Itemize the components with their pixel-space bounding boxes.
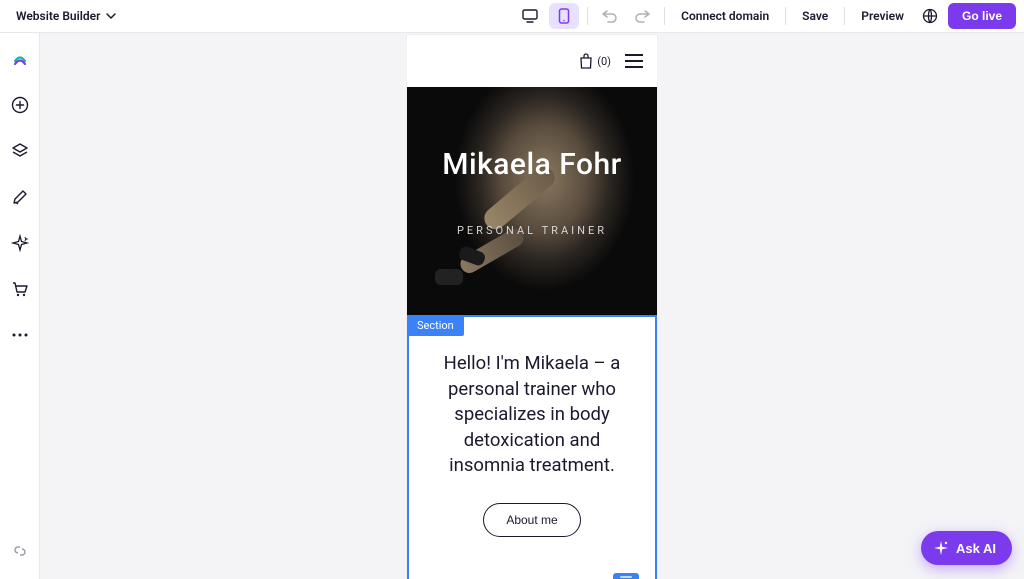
section-resize-handle[interactable] xyxy=(613,573,639,579)
chevron-down-icon xyxy=(106,11,116,21)
sidebar-store-button[interactable] xyxy=(4,273,36,305)
ask-ai-label: Ask AI xyxy=(956,541,996,556)
connect-domain-button[interactable]: Connect domain xyxy=(673,5,777,27)
mobile-icon xyxy=(558,8,570,24)
app-title: Website Builder xyxy=(16,9,100,23)
pen-icon xyxy=(11,188,29,206)
save-button[interactable]: Save xyxy=(794,5,836,27)
selected-section[interactable]: Section Hello! I'm Mikaela – a personal … xyxy=(407,315,657,579)
more-icon xyxy=(12,333,28,337)
menu-button[interactable] xyxy=(625,54,643,68)
topbar: Website Builder Connect domain Save Prev… xyxy=(0,0,1024,33)
cart-count-label: (0) xyxy=(597,55,611,68)
logo-icon xyxy=(11,51,29,67)
go-live-button[interactable]: Go live xyxy=(948,3,1016,29)
redo-button[interactable] xyxy=(628,3,656,29)
bag-icon xyxy=(579,53,593,69)
divider xyxy=(664,7,665,25)
topbar-actions: Connect domain Save Preview Go live xyxy=(515,3,1016,29)
app-switcher[interactable]: Website Builder xyxy=(8,9,116,23)
plus-circle-icon xyxy=(11,96,29,114)
device-toggle-group xyxy=(515,3,579,29)
cart-button[interactable]: (0) xyxy=(579,53,611,69)
left-sidebar xyxy=(0,33,40,579)
divider xyxy=(587,7,588,25)
language-button[interactable] xyxy=(916,3,944,29)
hero-subtitle[interactable]: PERSONAL TRAINER xyxy=(457,224,607,237)
canvas[interactable]: (0) Mikaela Fohr PERSONAL TRAINER Sectio… xyxy=(40,33,1024,579)
ask-ai-button[interactable]: Ask AI xyxy=(921,531,1012,565)
sparkle-icon xyxy=(11,234,29,252)
site-header: (0) xyxy=(407,35,657,87)
section-badge[interactable]: Section xyxy=(407,315,464,336)
hero-title[interactable]: Mikaela Fohr xyxy=(442,147,622,182)
sparkle-icon xyxy=(933,540,949,556)
link-icon xyxy=(12,543,28,559)
preview-button[interactable]: Preview xyxy=(853,5,912,27)
sidebar-ai-button[interactable] xyxy=(4,227,36,259)
globe-icon xyxy=(922,8,938,24)
hamburger-icon xyxy=(625,54,643,56)
undo-button[interactable] xyxy=(596,3,624,29)
sidebar-style-button[interactable] xyxy=(4,181,36,213)
about-me-button[interactable]: About me xyxy=(483,503,580,537)
desktop-icon xyxy=(522,9,538,23)
sidebar-more-button[interactable] xyxy=(4,319,36,351)
section-intro-text[interactable]: Hello! I'm Mikaela – a personal trainer … xyxy=(427,351,637,479)
hero-section[interactable]: Mikaela Fohr PERSONAL TRAINER xyxy=(407,87,657,315)
mobile-view-button[interactable] xyxy=(549,3,579,29)
divider xyxy=(844,7,845,25)
redo-icon xyxy=(634,9,650,23)
sidebar-help-button[interactable] xyxy=(4,535,36,567)
desktop-view-button[interactable] xyxy=(515,3,545,29)
divider xyxy=(785,7,786,25)
sidebar-layers-button[interactable] xyxy=(4,135,36,167)
sidebar-add-button[interactable] xyxy=(4,89,36,121)
layers-icon xyxy=(11,142,29,160)
sidebar-logo[interactable] xyxy=(4,43,36,75)
mobile-preview-frame: (0) Mikaela Fohr PERSONAL TRAINER Sectio… xyxy=(407,35,657,579)
cart-icon xyxy=(11,280,29,298)
undo-icon xyxy=(602,9,618,23)
